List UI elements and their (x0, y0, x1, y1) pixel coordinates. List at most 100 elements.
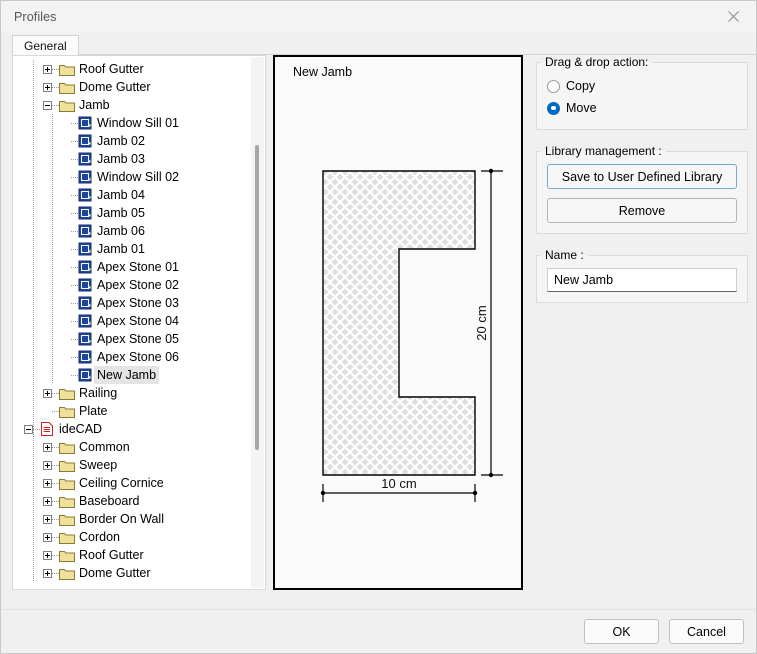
tree-item-dome-gutter[interactable]: Dome Gutter (13, 78, 265, 96)
tree-connector (71, 357, 78, 358)
tree-item-cordon[interactable]: Cordon (13, 528, 265, 546)
tree-expand-icon[interactable] (43, 443, 52, 452)
radio-move[interactable]: Move (547, 97, 737, 119)
cancel-button[interactable]: Cancel (669, 619, 744, 644)
tree-item-window-sill-01[interactable]: Window Sill 01 (13, 114, 265, 132)
tree-item-label: Roof Gutter (79, 60, 144, 78)
tree-item-apex-stone-01[interactable]: Apex Stone 01 (13, 258, 265, 276)
close-icon (728, 11, 739, 22)
radio-move-label: Move (566, 101, 597, 115)
tree-expand-icon[interactable] (43, 497, 52, 506)
folder-icon (59, 459, 75, 472)
tree-expand-icon[interactable] (43, 515, 52, 524)
tree-connector (52, 501, 59, 502)
tree-guide-line (33, 276, 34, 294)
tree-item-window-sill-02[interactable]: Window Sill 02 (13, 168, 265, 186)
tree-scrollbar-thumb[interactable] (255, 145, 259, 450)
folder-icon (59, 405, 75, 418)
height-dim-dot-bottom (489, 473, 493, 477)
tree-item-plate[interactable]: Plate (13, 402, 265, 420)
tree-item-ceiling-cornice[interactable]: Ceiling Cornice (13, 474, 265, 492)
tree-expand-icon[interactable] (43, 533, 52, 542)
radio-move-indicator[interactable] (547, 102, 560, 115)
name-input[interactable] (547, 268, 737, 292)
tree-connector (52, 537, 59, 538)
tree-item-jamb-05[interactable]: Jamb 05 (13, 204, 265, 222)
name-group: Name : (536, 248, 748, 303)
tree-guide-line (52, 240, 53, 258)
tree-item-jamb-06[interactable]: Jamb 06 (13, 222, 265, 240)
profiles-tree-panel[interactable]: Roof GutterDome GutterJambWindow Sill 01… (12, 55, 266, 590)
tree-item-jamb-01[interactable]: Jamb 01 (13, 240, 265, 258)
tree-item-label: Dome Gutter (79, 564, 151, 582)
close-button[interactable] (710, 1, 756, 32)
tree-expand-icon[interactable] (43, 65, 52, 74)
tree-item-roof-gutter[interactable]: Roof Gutter (13, 60, 265, 78)
tree-expand-icon[interactable] (43, 551, 52, 560)
tree-item-label: Apex Stone 05 (97, 330, 179, 348)
tree-guide-line (33, 528, 34, 546)
folder-icon (59, 441, 75, 454)
tree-item-label: Common (79, 438, 130, 456)
tree-expand-icon[interactable] (43, 479, 52, 488)
tree-connector (71, 123, 78, 124)
tree-item-roof-gutter[interactable]: Roof Gutter (13, 546, 265, 564)
tree-item-baseboard[interactable]: Baseboard (13, 492, 265, 510)
tree-item-jamb-04[interactable]: Jamb 04 (13, 186, 265, 204)
tree-item-label: Roof Gutter (79, 546, 144, 564)
tree-item-jamb[interactable]: Jamb (13, 96, 265, 114)
tree-item-idecad[interactable]: ideCAD (13, 420, 265, 438)
tree-connector (71, 159, 78, 160)
save-to-user-defined-library-button[interactable]: Save to User Defined Library (547, 164, 737, 189)
tree-item-common[interactable]: Common (13, 438, 265, 456)
tree-guide-line (33, 150, 34, 168)
width-dim-dot-left (321, 491, 325, 495)
profiles-tree[interactable]: Roof GutterDome GutterJambWindow Sill 01… (13, 56, 265, 582)
tree-item-jamb-03[interactable]: Jamb 03 (13, 150, 265, 168)
tree-guide-line (33, 222, 34, 240)
tree-item-new-jamb[interactable]: New Jamb (13, 366, 265, 384)
tree-connector (33, 429, 40, 430)
profile-icon (78, 188, 92, 202)
tree-expand-icon[interactable] (43, 83, 52, 92)
profile-outline (323, 171, 475, 475)
tree-guide-line (33, 492, 34, 510)
tree-item-label: Window Sill 02 (97, 168, 179, 186)
tree-item-railing[interactable]: Railing (13, 384, 265, 402)
tree-connector (52, 105, 59, 106)
tree-connector (71, 177, 78, 178)
tree-item-apex-stone-06[interactable]: Apex Stone 06 (13, 348, 265, 366)
tree-expand-icon[interactable] (43, 569, 52, 578)
tree-item-dome-gutter[interactable]: Dome Gutter (13, 564, 265, 582)
tree-item-label: Jamb 05 (97, 204, 145, 222)
tree-item-jamb-02[interactable]: Jamb 02 (13, 132, 265, 150)
ok-button[interactable]: OK (584, 619, 659, 644)
radio-copy[interactable]: Copy (547, 75, 737, 97)
tree-collapse-icon[interactable] (24, 425, 33, 434)
tree-connector (71, 195, 78, 196)
profile-icon (78, 260, 92, 274)
tree-expand-icon[interactable] (43, 389, 52, 398)
tab-general-label: General (24, 39, 67, 53)
folder-icon (59, 63, 75, 76)
tree-item-apex-stone-04[interactable]: Apex Stone 04 (13, 312, 265, 330)
tree-item-apex-stone-05[interactable]: Apex Stone 05 (13, 330, 265, 348)
width-dimension-label: 10 cm (381, 476, 416, 491)
tree-item-apex-stone-03[interactable]: Apex Stone 03 (13, 294, 265, 312)
tree-scrollbar[interactable] (251, 57, 264, 588)
tree-item-label: Jamb 04 (97, 186, 145, 204)
tree-collapse-icon[interactable] (43, 101, 52, 110)
tab-strip: General (12, 33, 756, 55)
tree-expand-icon[interactable] (43, 461, 52, 470)
radio-copy-indicator[interactable] (547, 80, 560, 93)
remove-button[interactable]: Remove (547, 198, 737, 223)
tree-item-sweep[interactable]: Sweep (13, 456, 265, 474)
tree-guide-line (52, 330, 53, 348)
tree-item-border-on-wall[interactable]: Border On Wall (13, 510, 265, 528)
folder-icon (59, 567, 75, 580)
tree-item-apex-stone-02[interactable]: Apex Stone 02 (13, 276, 265, 294)
tree-connector (52, 69, 59, 70)
tree-guide-line (33, 204, 34, 222)
tree-item-label: Sweep (79, 456, 117, 474)
tab-general[interactable]: General (12, 35, 79, 56)
